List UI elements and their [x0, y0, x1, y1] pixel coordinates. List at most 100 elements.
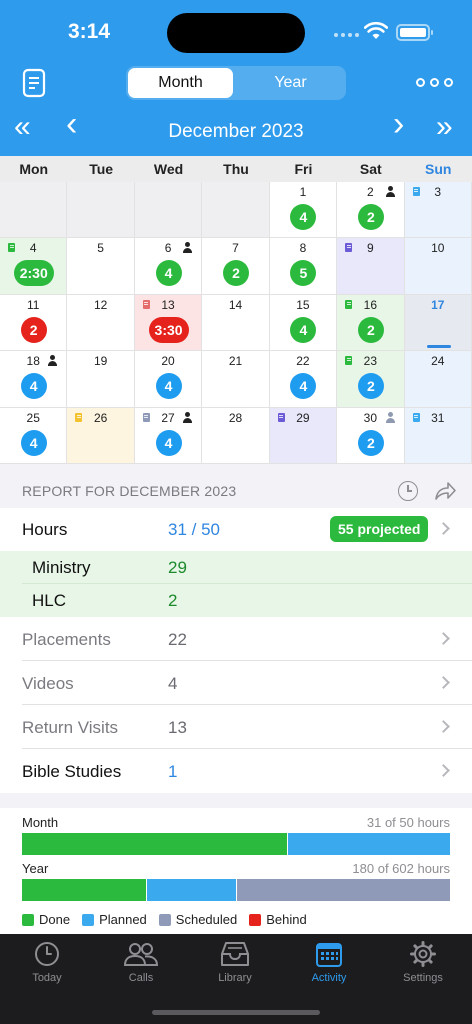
person-icon	[385, 186, 396, 197]
calendar-day-cell[interactable]: 24	[404, 351, 472, 408]
calendar-day-cell[interactable]: 11 2	[0, 294, 68, 352]
hours-badge: 4	[155, 429, 182, 456]
calendar-day-cell[interactable]: 29	[269, 407, 338, 464]
weekday-header-row: Mon Tue Wed Thu Fri Sat Sun	[0, 156, 472, 182]
calendar-day-cell[interactable]: 3	[404, 182, 472, 239]
calendar-day-cell[interactable]: 22 4	[269, 351, 338, 408]
calendar-day-cell[interactable]: 21	[202, 351, 270, 408]
calendar-day-cell[interactable]: 4 2:30	[0, 238, 68, 295]
hours-badge: 3:30	[148, 316, 189, 343]
calendar-day-cell[interactable]: 27 4	[134, 407, 203, 464]
tab-today[interactable]: Today	[0, 934, 94, 994]
hours-row[interactable]: Hours 31 / 50 55 projected	[0, 508, 472, 551]
placements-value: 22	[168, 630, 187, 649]
calendar-day-cell[interactable]: 85	[269, 238, 338, 295]
month-progress-summary: 31 of 50 hours	[366, 815, 450, 830]
weekday-mon: Mon	[19, 161, 49, 177]
day-number: 12	[93, 297, 108, 312]
tab-activity[interactable]: Activity	[282, 934, 376, 994]
calendar-day-cell[interactable]: 14	[269, 182, 338, 239]
history-clock-icon[interactable]	[398, 481, 418, 501]
calendar-day-cell[interactable]: 26	[67, 407, 135, 464]
chevron-right-icon	[437, 632, 450, 645]
videos-value: 4	[168, 674, 178, 693]
note-icon	[277, 412, 285, 422]
calendar-day-cell[interactable]: 19	[67, 351, 135, 408]
calendar-day-cell[interactable]: 13 3:30	[134, 294, 203, 352]
calendar-day-cell[interactable]: 9	[337, 238, 405, 295]
note-icon	[142, 412, 150, 422]
period-segmented-control: Month Year	[126, 66, 346, 100]
calendar-day-cell[interactable]: 22	[337, 182, 405, 239]
hours-badge: 2	[222, 260, 249, 287]
day-number: 15	[296, 297, 310, 312]
calendar-day-cell[interactable]: 10	[404, 238, 472, 295]
return-visits-row[interactable]: Return Visits 13	[0, 705, 472, 749]
bible-studies-row[interactable]: Bible Studies 1	[0, 749, 472, 793]
day-number: 10	[431, 241, 445, 256]
weekday-tue: Tue	[89, 161, 114, 177]
clock-icon	[35, 942, 59, 966]
calendar-empty-cell	[134, 182, 203, 239]
tab-calls[interactable]: Calls	[94, 934, 188, 994]
note-icon	[345, 243, 353, 253]
calendar-day-cell[interactable]: 12	[67, 294, 135, 352]
last-month-button[interactable]: »	[436, 112, 453, 142]
videos-label: Videos	[22, 674, 74, 693]
videos-row[interactable]: Videos 4	[0, 661, 472, 705]
calendar-day-cell[interactable]: 18 4	[0, 351, 68, 408]
calendar-day-cell[interactable]: 30 2	[337, 407, 405, 464]
tab-settings-label: Settings	[403, 972, 443, 984]
note-icon	[412, 412, 420, 422]
report-document-icon[interactable]	[22, 68, 46, 98]
progress-legend: Done Planned Scheduled Behind	[22, 912, 307, 927]
next-month-button[interactable]: ›	[393, 107, 404, 141]
share-icon[interactable]	[434, 481, 456, 501]
hours-badge: 4	[20, 373, 47, 400]
calendar-day-cell[interactable]: 15 4	[269, 294, 338, 352]
calendar-empty-cell	[67, 182, 135, 239]
day-number: 17	[431, 297, 445, 312]
segment-month[interactable]: Month	[128, 68, 233, 98]
tray-icon	[221, 942, 249, 966]
calendar-day-cell[interactable]: 5	[67, 238, 135, 295]
hours-badge: 4	[20, 429, 47, 456]
calendar-day-cell[interactable]: 14	[202, 294, 270, 352]
calendar-day-cell[interactable]: 23 2	[337, 351, 405, 408]
status-time: 3:14	[68, 20, 111, 43]
day-number: 11	[26, 297, 40, 312]
calendar-day-cell[interactable]: 72	[202, 238, 270, 295]
hours-badge: 5	[290, 260, 317, 287]
month-progress-bar	[22, 833, 450, 855]
weekday-sat: Sat	[359, 161, 382, 177]
calendar-day-cell[interactable]: 31	[404, 407, 472, 464]
tab-settings[interactable]: Settings	[376, 934, 470, 994]
day-number: 20	[161, 354, 175, 369]
hours-value: 31 / 50	[168, 520, 220, 539]
calendar-day-cell[interactable]: 16 2	[337, 294, 405, 352]
note-icon	[142, 299, 150, 309]
calendar-day-cell[interactable]: 25 4	[0, 407, 68, 464]
weekday-wed: Wed	[153, 161, 184, 177]
note-icon	[412, 187, 420, 196]
calendar-day-cell[interactable]: 64	[134, 238, 203, 295]
hours-badge: 4	[155, 260, 182, 287]
more-options-icon[interactable]	[416, 78, 453, 87]
calendar-day-cell[interactable]: 17	[404, 294, 472, 352]
calendar-day-cell[interactable]: 28	[202, 407, 270, 464]
calendar-day-cell[interactable]: 20 4	[134, 351, 203, 408]
ministry-label: Ministry	[32, 558, 91, 577]
day-number: 28	[228, 410, 243, 425]
tab-library-label: Library	[218, 972, 252, 984]
day-number: 5	[97, 241, 104, 256]
chevron-right-icon	[437, 676, 450, 689]
hours-badge: 2	[20, 316, 47, 343]
placements-row[interactable]: Placements 22	[0, 617, 472, 661]
calendar-empty-cell	[202, 182, 270, 239]
tab-library[interactable]: Library	[188, 934, 282, 994]
hlc-value: 2	[168, 591, 178, 610]
legend-done: Done	[22, 912, 70, 927]
weekday-fri: Fri	[294, 161, 313, 177]
segment-year[interactable]: Year	[238, 68, 343, 98]
app-root: 3:14 Month Year « ‹ December 2023 › » Mo…	[0, 0, 472, 1024]
